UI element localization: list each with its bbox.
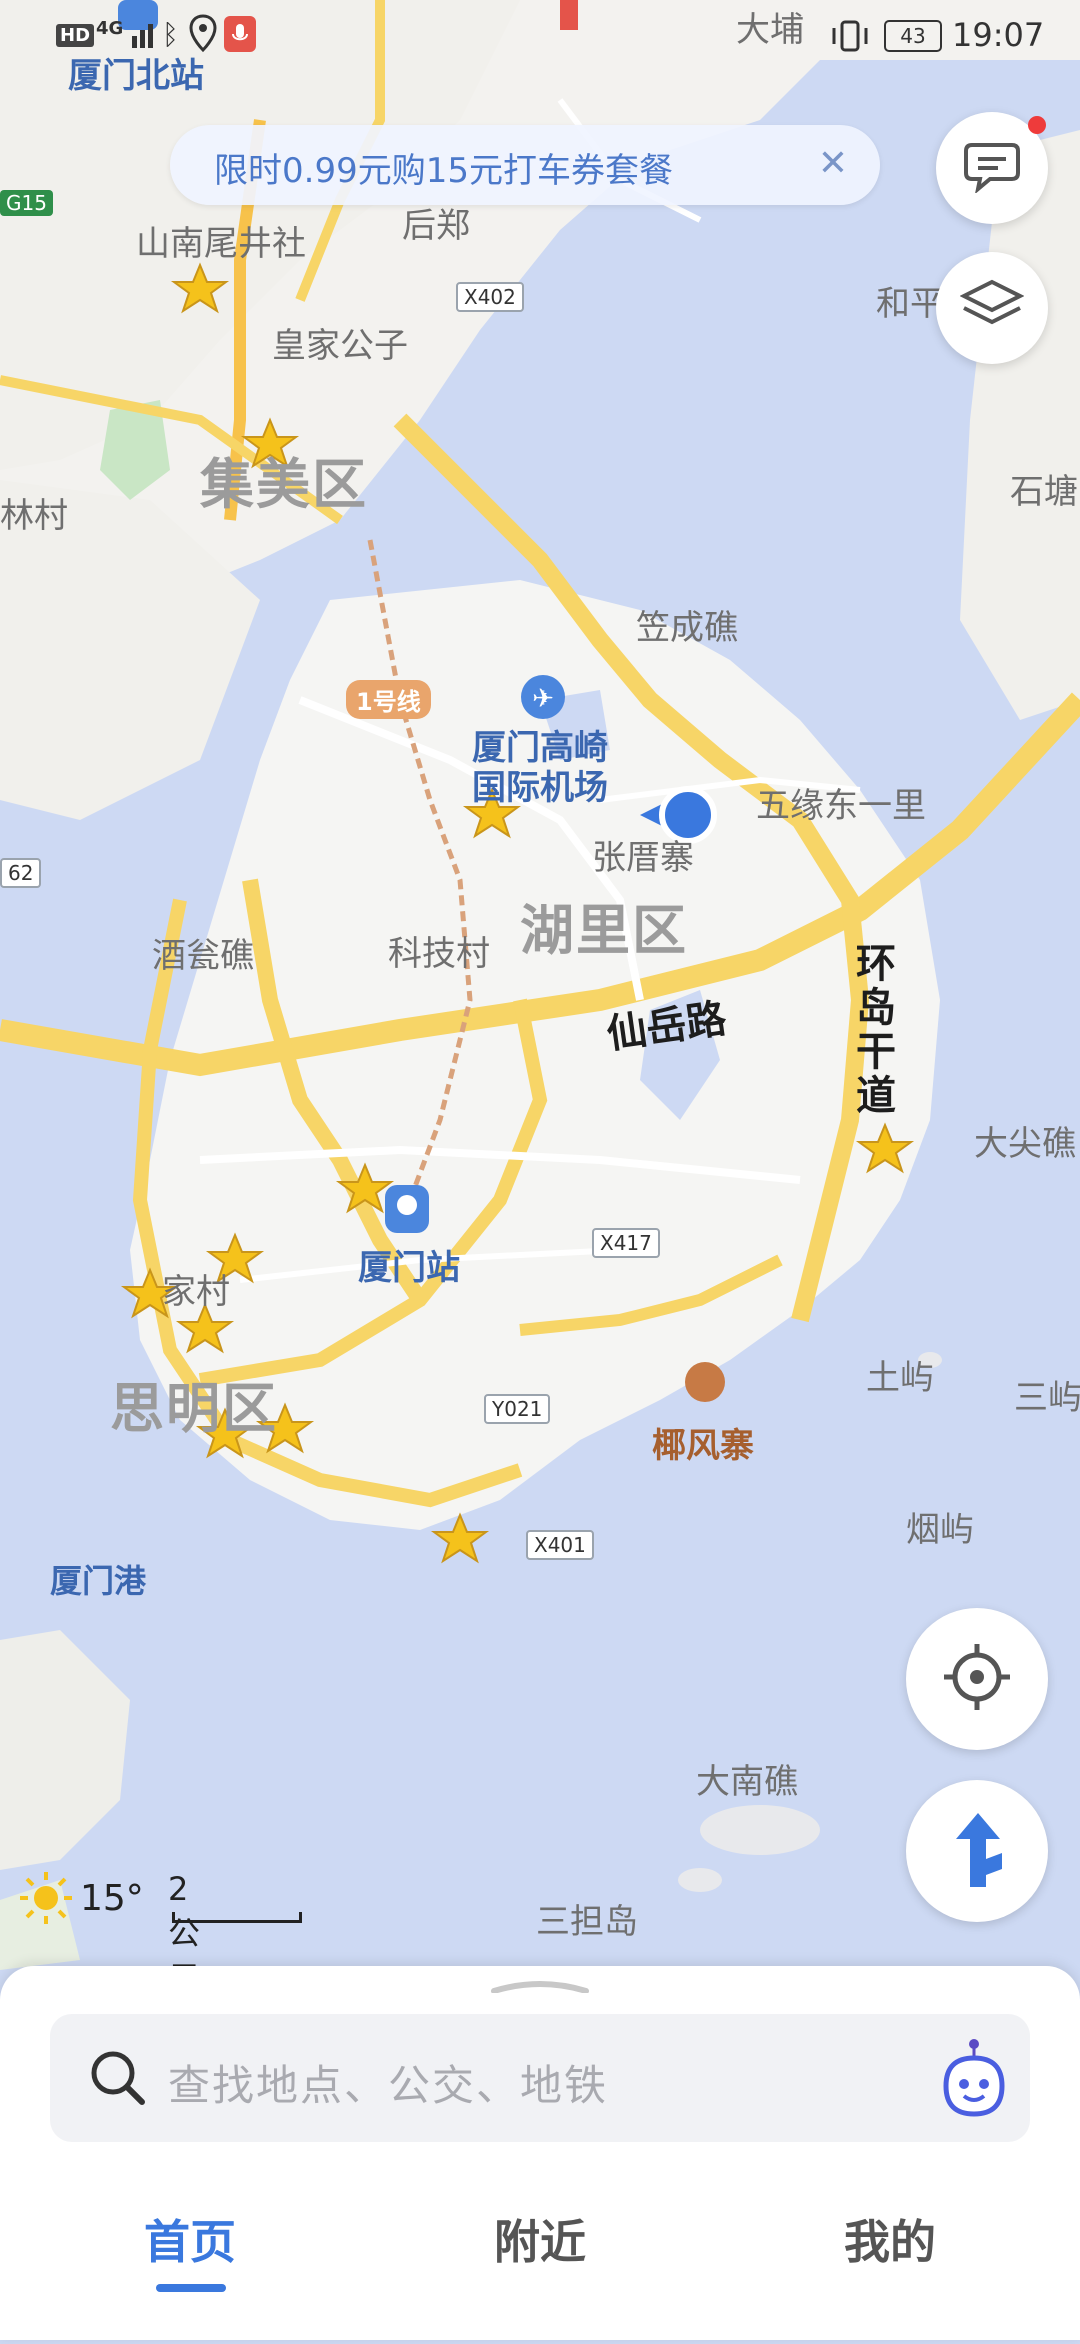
layers-button[interactable] [936, 252, 1048, 364]
active-tab-indicator [156, 2284, 226, 2292]
map-label-xiamen-port: 厦门港 [50, 1562, 147, 1600]
map-label-lichengjiao: 笠成礁 [636, 608, 738, 648]
tab-nearby[interactable]: 附近 [430, 2206, 650, 2272]
map-label-yanyu: 烟屿 [906, 1510, 974, 1550]
map-label-houxi: 后郑 [402, 206, 470, 246]
sun-icon [18, 1870, 74, 1935]
message-bubble-icon [962, 139, 1022, 197]
route-button[interactable] [906, 1780, 1048, 1922]
bottom-sheet[interactable]: 查找地点、公交、地铁 首页 附近 我的 [0, 1966, 1080, 2340]
messages-button[interactable] [936, 112, 1048, 224]
highway-badge-g15: G15 [0, 190, 53, 216]
road-badge-y021: Y021 [484, 1394, 551, 1424]
bottom-tab-bar: 首页 附近 我的 [0, 2186, 1080, 2340]
search-icon [88, 2048, 148, 2112]
map-label-sandan: 三担岛 [536, 1902, 638, 1942]
map-label-tuyu: 土屿 [866, 1358, 934, 1398]
sheet-drag-handle[interactable] [490, 1978, 590, 1994]
map-scale-bar [172, 1912, 302, 1923]
hd-badge: HD [56, 24, 95, 47]
road-badge-x401: X401 [526, 1530, 594, 1560]
map-label-yefeng[interactable]: 椰风寨 [652, 1418, 754, 1467]
map-label-linchun: 林村 [0, 496, 68, 536]
map-label-dajian: 大尖礁 [974, 1124, 1076, 1164]
microphone-icon [224, 16, 256, 52]
temperature: 15° [80, 1878, 144, 1919]
battery-icon: 43 [884, 20, 942, 52]
location-pin-icon [188, 14, 218, 61]
map-label-keji: 科技村 [388, 934, 490, 974]
map-label-airport[interactable]: 厦门高崎 国际机场 [472, 728, 608, 808]
road-badge-x417: X417 [592, 1228, 660, 1258]
map-label-wuyuan: 五缘东一里 [756, 786, 926, 826]
close-icon[interactable]: ✕ [808, 139, 858, 189]
promo-text[interactable]: 限时0.99元购15元打车券套餐 [214, 143, 673, 192]
map-label-jiacun: 家村 [162, 1272, 230, 1312]
layers-icon [959, 278, 1025, 338]
map-label-sanyu: 三屿 [1014, 1378, 1080, 1418]
svg-text:✈: ✈ [532, 684, 554, 714]
metro-line1-badge: 1号线 [346, 680, 431, 719]
notification-dot [1028, 116, 1046, 134]
status-time: 19:07 [952, 16, 1045, 54]
map-label-heping: 和平 [876, 284, 944, 324]
map-label-siming-district: 思明区 [110, 1377, 278, 1440]
status-bar: HD 4G ᛒ 43 19:07 [0, 0, 1080, 70]
map-label-xiamen-station[interactable]: 厦门站 [358, 1240, 460, 1289]
route-arrow-icon [942, 1809, 1012, 1893]
assistant-robot-icon[interactable] [936, 2036, 1012, 2126]
signal-icon [130, 14, 160, 50]
map-label-zhangcuo: 张厝寨 [592, 838, 694, 878]
map-label-jimei-district: 集美区 [200, 453, 368, 516]
vibrate-icon [830, 16, 870, 63]
bluetooth-icon: ᛒ [162, 18, 179, 51]
map-label-huandao-road: 环岛干道 [856, 941, 896, 1119]
map-label-huli-district: 湖里区 [520, 899, 688, 962]
road-badge-62: 62 [0, 858, 42, 888]
map-label-shannan: 山南尾井社 [136, 224, 306, 264]
search-input[interactable]: 查找地点、公交、地铁 [50, 2014, 1030, 2142]
network-badge: 4G [96, 18, 124, 39]
map-label-danan: 大南礁 [696, 1762, 798, 1802]
crosshair-icon [942, 1642, 1012, 1716]
tab-mine[interactable]: 我的 [780, 2206, 1000, 2272]
locate-me-button[interactable] [906, 1608, 1048, 1750]
search-placeholder[interactable]: 查找地点、公交、地铁 [168, 2052, 608, 2113]
road-badge-x402: X402 [456, 282, 524, 312]
map-label-shitang: 石塘 [1010, 472, 1078, 512]
map-label-jiuweng: 酒瓮礁 [152, 936, 254, 976]
promo-banner[interactable]: 限时0.99元购15元打车券套餐 ✕ [170, 125, 880, 205]
map-label-huangjia: 皇家公子 [272, 326, 408, 366]
tab-home[interactable]: 首页 [80, 2206, 300, 2272]
